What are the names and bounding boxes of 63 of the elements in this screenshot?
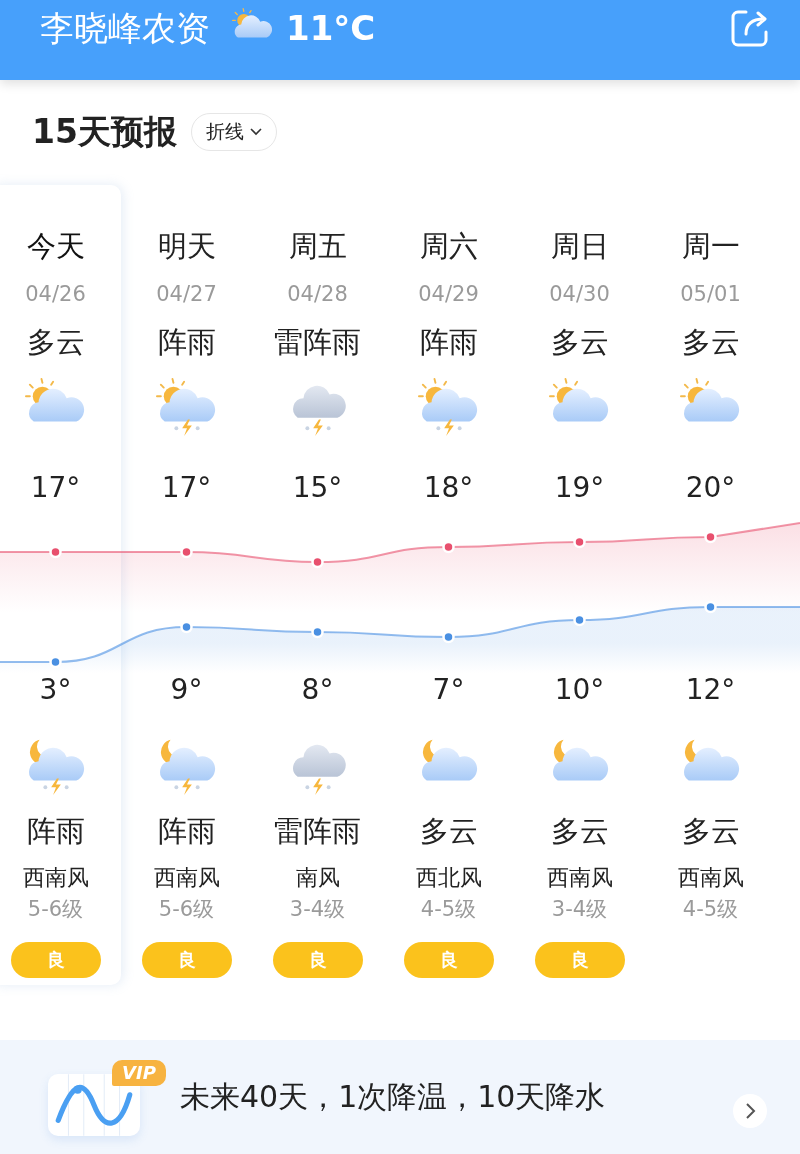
high-temperature: 18°	[423, 471, 474, 505]
day-weather: 阵雨	[419, 324, 478, 360]
vip-badge: VIP	[112, 1060, 166, 1086]
high-temperature: 15°	[292, 471, 343, 505]
night-weather: 阵雨	[26, 813, 85, 849]
forecast-title: 15天预报	[32, 110, 177, 153]
day-weather: 多云	[681, 324, 740, 360]
wind-direction: 西南风	[153, 864, 220, 892]
air-quality-badge: 良	[141, 942, 232, 978]
day-label[interactable]: 周一	[681, 228, 740, 264]
night-weather: 阵雨	[157, 813, 216, 849]
wind-direction: 西北风	[415, 864, 482, 892]
day-weather: 阵雨	[157, 324, 216, 360]
air-quality-badge: 良	[10, 942, 101, 978]
promo-text: 未来40天，1次降温，10天降水	[180, 1077, 606, 1116]
day-weather: 雷阵雨	[274, 324, 361, 360]
low-temperature: 10°	[554, 673, 605, 707]
chart-mode-dropdown[interactable]: 折线	[190, 113, 277, 151]
store-name: 李晓峰农资	[40, 7, 210, 50]
date-label: 04/26	[25, 281, 86, 307]
date-label: 04/28	[287, 281, 348, 307]
day-weather: 多云	[550, 324, 609, 360]
wind-direction: 西南风	[22, 864, 89, 892]
high-temperature: 19°	[554, 471, 605, 505]
date-label: 04/27	[156, 281, 217, 307]
air-quality-badge: 良	[534, 942, 625, 978]
date-label: 05/01	[680, 281, 741, 307]
night-weather: 雷阵雨	[274, 813, 361, 849]
low-temperature: 7°	[432, 673, 465, 707]
wind-level: 3-4级	[289, 896, 346, 923]
high-temperature: 20°	[685, 471, 736, 505]
day-label[interactable]: 周六	[419, 228, 478, 264]
date-label: 04/30	[549, 281, 610, 307]
date-label: 04/29	[418, 281, 479, 307]
wind-direction: 西南风	[677, 864, 744, 892]
day-label[interactable]: 今天	[26, 228, 85, 264]
low-temperature: 12°	[685, 673, 736, 707]
night-weather: 多云	[681, 813, 740, 849]
air-quality-badge: 良	[403, 942, 494, 978]
promo-banner[interactable]: VIP 未来40天，1次降温，10天降水	[0, 1040, 800, 1154]
wind-level: 3-4级	[551, 896, 608, 923]
low-temperature: 8°	[301, 673, 334, 707]
wind-level: 4-5级	[682, 896, 739, 923]
night-weather: 多云	[419, 813, 478, 849]
day-label[interactable]: 周五	[288, 228, 347, 264]
wind-direction: 西南风	[546, 864, 613, 892]
wind-level: 5-6级	[27, 896, 84, 923]
chevron-down-icon	[249, 128, 262, 136]
air-quality-badge: 良	[272, 942, 363, 978]
day-label[interactable]: 周日	[550, 228, 609, 264]
wind-level: 5-6级	[158, 896, 215, 923]
high-temperature: 17°	[161, 471, 212, 505]
share-icon[interactable]	[730, 8, 770, 48]
wind-level: 4-5级	[420, 896, 477, 923]
wind-direction: 南风	[295, 864, 340, 892]
low-temperature: 3°	[39, 673, 72, 707]
chevron-right-icon[interactable]	[732, 1093, 768, 1129]
day-label[interactable]: 明天	[157, 228, 216, 264]
night-weather: 多云	[550, 813, 609, 849]
high-temperature: 17°	[30, 471, 81, 505]
day-weather: 多云	[26, 324, 85, 360]
low-temperature: 9°	[170, 673, 203, 707]
current-temperature: 11°C	[286, 7, 376, 50]
